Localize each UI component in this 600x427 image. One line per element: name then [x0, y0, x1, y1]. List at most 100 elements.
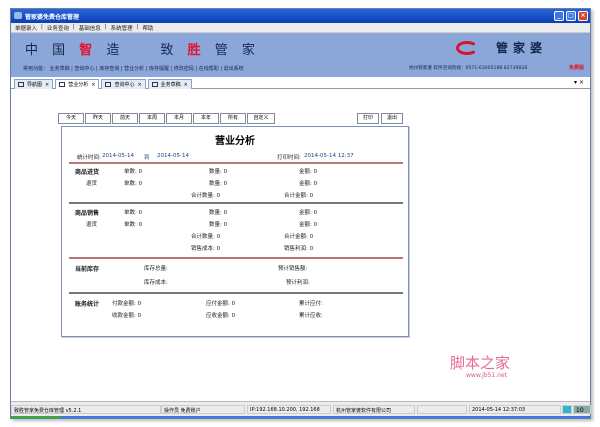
tab-business-analysis[interactable]: 营业分析 ×: [55, 79, 100, 89]
menu-separator: |: [136, 24, 139, 30]
slogan-text: 管 家: [205, 43, 260, 58]
sales-return-label: 退货: [86, 222, 98, 228]
tab-controls[interactable]: ▾ ×: [574, 79, 584, 86]
menu-separator: |: [41, 24, 43, 30]
status-number: 10: [573, 405, 591, 414]
slogan-text: 造 致: [97, 43, 188, 58]
watermark: 脚本之家: [450, 354, 511, 372]
today-button[interactable]: 今天: [58, 113, 84, 124]
stat-value: 单数: 0: [124, 169, 143, 175]
title-bar: 管家婆免费仓库管理 _ □ ×: [11, 9, 590, 23]
status-empty: [417, 405, 467, 414]
window-icon: [59, 82, 66, 87]
slogan-text: 胜: [187, 43, 206, 58]
section-purchase: 商品进货: [75, 169, 100, 176]
stat-value: 单数: 0: [124, 181, 143, 187]
stat-value: 金额: 0: [299, 222, 318, 228]
divider: [69, 292, 403, 294]
exit-button[interactable]: 退出: [381, 113, 403, 124]
report-panel: 营业分析 统计时间: 2014-05-14 到 2014-05-14 打印时间:…: [61, 126, 409, 337]
menu-system[interactable]: 系统管理: [111, 24, 133, 32]
menu-separator: |: [72, 24, 75, 30]
menu-bar: 单据录入 | 业务查询 | 基础信息 | 系统管理 | 帮助: [11, 23, 590, 33]
tab-close-icon[interactable]: ×: [45, 82, 49, 88]
tab-query-center[interactable]: 查询中心 ×: [101, 79, 146, 89]
stat-value: 销售利润: 0: [284, 246, 314, 252]
status-ip: IP:192.168.10.200, 192.168: [247, 405, 331, 414]
slogan-text: 智: [79, 43, 98, 58]
tab-navigation[interactable]: 导航图 ×: [14, 79, 54, 89]
stat-value: 单数: 0: [124, 222, 143, 228]
day-before-button[interactable]: 前天: [112, 113, 138, 124]
window-icon: [18, 82, 24, 87]
stat-label: 库存总量:: [144, 266, 168, 272]
minimize-button[interactable]: _: [554, 11, 564, 21]
stat-value: 合计金额: 0: [284, 234, 314, 240]
print-button[interactable]: 打印: [357, 113, 379, 124]
banner: 中 国 智 造 致 胜 管 家 常用功能： 业务草稿 | 查询中心 | 库存查询…: [11, 33, 590, 77]
print-time: 2014-05-14 12:37: [304, 153, 354, 159]
menu-entry[interactable]: 单据录入: [15, 24, 37, 32]
report-title: 营业分析: [215, 136, 255, 147]
menu-query[interactable]: 业务查询: [47, 24, 69, 32]
tab-bar: 导航图 × 营业分析 × 查询中心 × 业务草稿 × ▾ ×: [11, 77, 590, 89]
section-accounts: 账务统计: [75, 301, 100, 308]
divider: [69, 162, 403, 164]
menu-help[interactable]: 帮助: [143, 24, 154, 32]
divider: [69, 202, 403, 204]
tab-label: 业务草稿: [160, 82, 181, 88]
progress-bar: [11, 416, 590, 418]
tab-drafts[interactable]: 业务草稿 ×: [147, 79, 192, 89]
tab-close-icon[interactable]: ×: [184, 82, 188, 88]
close-button[interactable]: ×: [578, 11, 588, 21]
status-indicator: [562, 405, 572, 414]
maximize-button[interactable]: □: [566, 11, 576, 21]
watermark-url: www.jb51.net: [466, 372, 507, 379]
divider: [69, 257, 403, 259]
stat-value: 金额: 0: [299, 169, 318, 175]
stat-value: 数量: 0: [209, 181, 228, 187]
stat-label: 库存成本:: [144, 280, 168, 286]
window-icon: [151, 82, 158, 87]
stat-value: 付款金额: 0: [112, 301, 142, 307]
stat-value: 金额: 0: [299, 181, 318, 187]
period-start: 2014-05-14: [102, 153, 134, 159]
custom-button[interactable]: 自定义: [247, 113, 275, 124]
this-week-button[interactable]: 本周: [139, 113, 165, 124]
window-title: 管家婆免费仓库管理: [25, 14, 80, 21]
quick-functions[interactable]: 常用功能： 业务草稿 | 查询中心 | 库存查询 | 营业分析 | 库存提醒 |…: [23, 65, 244, 72]
menu-separator: |: [104, 24, 107, 30]
yesterday-button[interactable]: 昨天: [85, 113, 111, 124]
stat-value: 合计数量: 0: [191, 234, 221, 240]
stat-label: 累计应付:: [299, 301, 323, 307]
stat-value: 数量: 0: [209, 222, 228, 228]
section-stock: 当前库存: [75, 266, 100, 273]
app-icon: [14, 12, 22, 19]
window-icon: [105, 82, 112, 87]
this-month-button[interactable]: 本月: [166, 113, 192, 124]
stat-value: 应收金额: 0: [206, 313, 236, 319]
all-button[interactable]: 所有: [220, 113, 246, 124]
menu-basic-info[interactable]: 基础信息: [79, 24, 101, 32]
tab-close-icon[interactable]: ×: [137, 82, 141, 88]
stat-value: 数量: 0: [209, 210, 228, 216]
section-sales: 商品销售: [75, 210, 100, 217]
period-to: 到: [144, 155, 150, 161]
print-time-label: 打印时间:: [277, 155, 301, 161]
tab-close-icon[interactable]: ×: [91, 82, 95, 88]
stat-value: 应付金额: 0: [206, 301, 236, 307]
stat-value: 销售成本: 0: [191, 246, 221, 252]
slogan: 中 国 智 造 致 胜 管 家: [25, 39, 260, 58]
purchase-return-label: 退货: [86, 181, 98, 187]
status-operator: 操作员 免费账户: [161, 405, 245, 414]
period-end: 2014-05-14: [157, 153, 189, 159]
brand-name: 管家婆: [496, 41, 548, 55]
status-time: 2014-05-14 12:37:03: [469, 405, 561, 414]
slogan-text: 中 国: [25, 43, 80, 58]
stat-value: 合计金额: 0: [284, 193, 314, 199]
stat-value: 合计数量: 0: [191, 193, 221, 199]
hotline: 杭州管家婆 软件咨询热线：0571-63065188 82739828: [409, 66, 528, 71]
status-company: 杭州管家婆软件有限公司: [333, 405, 415, 414]
this-year-button[interactable]: 本年: [193, 113, 219, 124]
stat-label: 预计利润:: [286, 280, 310, 286]
